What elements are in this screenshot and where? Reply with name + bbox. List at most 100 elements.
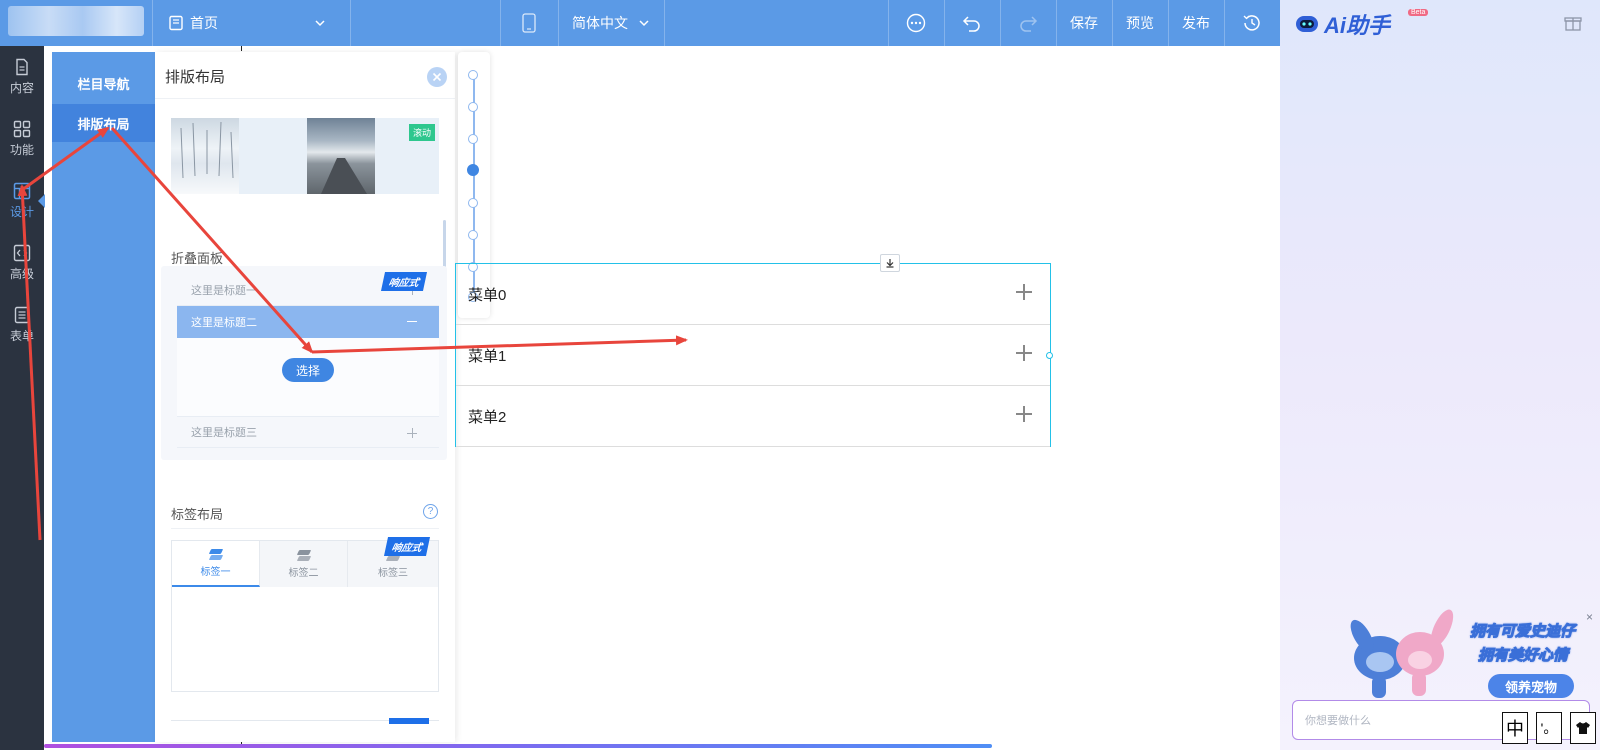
rail-label: 设计 bbox=[9, 205, 34, 219]
ime-skin-button[interactable] bbox=[1570, 712, 1596, 744]
promo-line-1: 拥有可爱史迪仔 bbox=[1469, 623, 1576, 641]
canvas-menu-row[interactable]: 菜单2 bbox=[456, 386, 1050, 447]
canvas-menu-row[interactable]: 菜单0 bbox=[456, 264, 1050, 325]
accordion-item-label: 这里是标题二 bbox=[191, 317, 257, 329]
menu-label: 菜单0 bbox=[468, 286, 507, 304]
tab-item: 标签二 bbox=[260, 541, 348, 587]
accordion-item-active: 这里是标题二 bbox=[177, 306, 439, 338]
rail-label: 功能 bbox=[9, 143, 34, 157]
publish-button[interactable]: 发布 bbox=[1168, 0, 1224, 46]
history-icon bbox=[1243, 15, 1260, 31]
rail-label: 高级 bbox=[9, 267, 34, 281]
rail-item-function[interactable]: 功能 bbox=[0, 110, 44, 168]
mobile-view-button[interactable] bbox=[500, 0, 558, 46]
preview-button[interactable]: 预览 bbox=[1112, 0, 1168, 46]
plus-icon[interactable] bbox=[1016, 406, 1032, 422]
redo-icon bbox=[1020, 16, 1038, 32]
scroll-tag: 滚动 bbox=[409, 124, 436, 141]
rail-label: 表单 bbox=[9, 329, 34, 343]
accordion-item: 这里是标题三 bbox=[177, 416, 439, 448]
document-icon bbox=[16, 58, 28, 76]
more-button[interactable] bbox=[888, 0, 944, 46]
slider-dot[interactable] bbox=[468, 134, 478, 144]
slider-dot[interactable] bbox=[468, 198, 478, 208]
menu-label: 菜单1 bbox=[468, 347, 507, 365]
accordion-item-label: 这里是标题三 bbox=[191, 427, 257, 439]
history-button[interactable] bbox=[1224, 0, 1280, 46]
ime-chinese-button[interactable]: 中 bbox=[1502, 712, 1528, 744]
slider-dot-active[interactable] bbox=[467, 164, 479, 176]
ime-punctuation-button[interactable]: '。 bbox=[1536, 712, 1562, 744]
category-nav[interactable]: 栏目导航 bbox=[52, 64, 155, 102]
plus-icon[interactable] bbox=[1016, 284, 1032, 300]
resize-handle[interactable] bbox=[1046, 352, 1053, 359]
tab-label: 标签二 bbox=[288, 567, 319, 579]
snow-forest-image bbox=[171, 118, 239, 194]
responsive-badge: 响应式 bbox=[383, 537, 431, 556]
tab-item: 标签一 bbox=[172, 541, 260, 587]
gallery-preview[interactable]: 滚动 bbox=[171, 118, 439, 194]
responsive-badge: 响应式 bbox=[380, 272, 428, 291]
undo-button[interactable] bbox=[944, 0, 1000, 46]
form-icon bbox=[14, 306, 30, 324]
plus-icon[interactable] bbox=[1016, 345, 1032, 361]
mobile-icon bbox=[522, 13, 536, 33]
page-select-label: 首页 bbox=[190, 15, 218, 31]
rail-item-form[interactable]: 表单 bbox=[0, 296, 44, 354]
adopt-pet-button[interactable]: 领养宠物 bbox=[1488, 674, 1574, 698]
grid-icon bbox=[13, 120, 31, 138]
slider-dot[interactable] bbox=[468, 70, 478, 80]
category-layout[interactable]: 排版布局 bbox=[52, 104, 155, 142]
active-indicator bbox=[38, 194, 45, 208]
plus-icon bbox=[407, 428, 417, 438]
beta-badge: Beta bbox=[1408, 9, 1429, 16]
promo-close-icon[interactable]: × bbox=[1586, 610, 1593, 624]
gift-icon[interactable] bbox=[1564, 14, 1582, 32]
horizontal-scrollbar[interactable] bbox=[44, 744, 992, 748]
download-handle[interactable] bbox=[880, 254, 900, 272]
site-logo[interactable] bbox=[8, 6, 144, 36]
component-panel: 排版布局 滚动 折叠面板 这里是标题一 这里是标题二 这里是标题三 选择 响应式 bbox=[155, 52, 455, 742]
panel-divider bbox=[155, 98, 455, 99]
robot-icon bbox=[1296, 16, 1318, 32]
redo-button[interactable] bbox=[1000, 0, 1056, 46]
select-button[interactable]: 选择 bbox=[282, 358, 334, 382]
slider-dot[interactable] bbox=[468, 230, 478, 240]
accordion-card[interactable]: 这里是标题一 这里是标题二 这里是标题三 选择 响应式 bbox=[161, 266, 447, 460]
ai-input-placeholder: 你想要做什么 bbox=[1305, 715, 1371, 727]
minus-icon bbox=[407, 321, 417, 322]
section-divider bbox=[171, 528, 439, 529]
shirt-icon bbox=[1576, 722, 1590, 734]
save-button[interactable]: 保存 bbox=[1056, 0, 1112, 46]
tab-label: 标签三 bbox=[378, 567, 408, 579]
layers-icon bbox=[297, 550, 311, 562]
chevron-down-icon bbox=[639, 20, 649, 27]
layers-icon bbox=[209, 549, 223, 561]
canvas-accordion-selected[interactable]: 菜单0 菜单1 菜单2 bbox=[455, 254, 1053, 447]
help-icon[interactable]: ? bbox=[423, 504, 438, 519]
ime-toolbar[interactable]: 中 '。 bbox=[1502, 712, 1598, 744]
accordion-section-title: 折叠面板 bbox=[171, 251, 224, 266]
top-toolbar: 首页 简体中文 保存 预览 发布 bbox=[0, 0, 1280, 46]
slider-dot[interactable] bbox=[468, 102, 478, 112]
accordion-item-label: 这里是标题一 bbox=[191, 284, 257, 297]
next-card-badge bbox=[389, 718, 429, 724]
category-column: 栏目导航 排版布局 bbox=[52, 52, 155, 742]
chevron-down-icon bbox=[315, 20, 325, 27]
tabs-section-title: 标签布局 bbox=[171, 507, 224, 522]
canvas-menu-row[interactable]: 菜单1 bbox=[456, 325, 1050, 386]
more-icon bbox=[906, 13, 926, 33]
stitch-mascot bbox=[1350, 606, 1460, 702]
ai-title: Ai助手 bbox=[1324, 13, 1391, 38]
winter-road-image bbox=[307, 118, 375, 194]
download-icon bbox=[886, 259, 894, 268]
rail-item-advanced[interactable]: 高级 bbox=[0, 234, 44, 292]
page-select[interactable]: 首页 bbox=[160, 0, 340, 46]
rail-label: 内容 bbox=[9, 81, 34, 95]
tab-label: 标签一 bbox=[200, 566, 231, 578]
rail-item-content[interactable]: 内容 bbox=[0, 48, 44, 106]
tabs-preview[interactable]: 标签一 标签二 标签三 响应式 bbox=[171, 537, 439, 692]
menu-label: 菜单2 bbox=[468, 408, 507, 426]
language-select[interactable]: 简体中文 bbox=[558, 0, 664, 46]
close-button[interactable] bbox=[427, 67, 447, 87]
